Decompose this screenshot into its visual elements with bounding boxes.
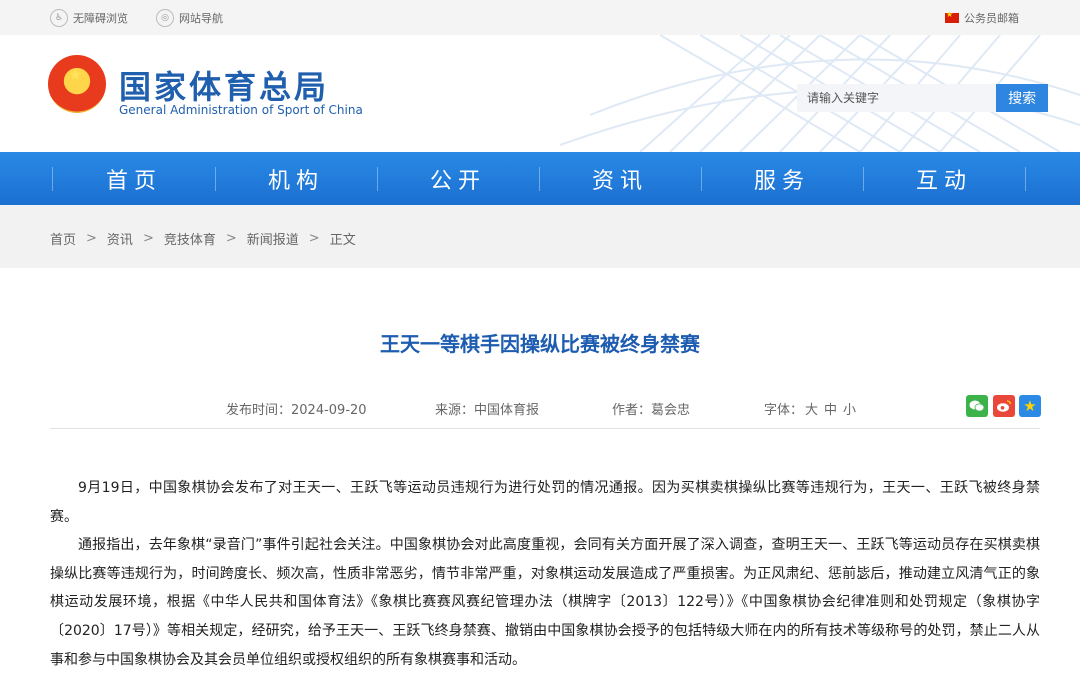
main-nav: 首页 机构 公开 资讯 服务 互动 bbox=[0, 152, 1080, 205]
breadcrumb-separator: > bbox=[142, 231, 154, 246]
star-icon: ★ bbox=[68, 65, 83, 84]
font-size-medium[interactable]: 中 bbox=[824, 403, 837, 418]
national-emblem-logo: ★ bbox=[48, 55, 106, 113]
site-nav-label: 网站导航 bbox=[179, 12, 223, 25]
top-utility-bar: ♿ 无障碍浏览 ◎ 网站导航 公务员邮箱 bbox=[0, 0, 1080, 35]
search-button[interactable]: 搜索 bbox=[996, 84, 1048, 112]
nav-item-org[interactable]: 机构 bbox=[215, 152, 377, 205]
breadcrumb-separator: > bbox=[308, 231, 320, 246]
publish-time: 发布时间：2024-09-20 bbox=[226, 403, 367, 418]
nav-item-news[interactable]: 资讯 bbox=[539, 152, 701, 205]
font-size-small[interactable]: 小 bbox=[843, 403, 856, 418]
star-icon: ★ bbox=[1023, 397, 1037, 415]
globe-icon: ◎ bbox=[156, 9, 174, 27]
wechat-icon[interactable] bbox=[966, 395, 988, 417]
qzone-icon[interactable]: ★ bbox=[1019, 395, 1041, 417]
article-title: 王天一等棋手因操纵比赛被终身禁赛 bbox=[380, 332, 700, 356]
article-source: 来源：中国体育报 bbox=[435, 403, 540, 418]
breadcrumb-bar: 首页 > 资讯 > 竞技体育 > 新闻报道 > 正文 bbox=[0, 205, 1080, 268]
breadcrumb-home[interactable]: 首页 bbox=[50, 229, 76, 248]
site-nav-link[interactable]: ◎ 网站导航 bbox=[156, 8, 223, 28]
accessibility-label: 无障碍浏览 bbox=[73, 12, 128, 25]
breadcrumb: 首页 > 资讯 > 竞技体育 > 新闻报道 > 正文 bbox=[50, 229, 356, 248]
flag-icon bbox=[945, 10, 959, 23]
breadcrumb-competitive-sports[interactable]: 竞技体育 bbox=[164, 229, 216, 248]
font-size-control: 字体：大中小 bbox=[764, 399, 862, 418]
nav-item-home[interactable]: 首页 bbox=[53, 152, 215, 205]
nav-item-interact[interactable]: 互动 bbox=[863, 152, 1025, 205]
mail-label: 公务员邮箱 bbox=[964, 12, 1019, 25]
breadcrumb-separator: > bbox=[225, 231, 237, 246]
mail-link[interactable]: 公务员邮箱 bbox=[945, 8, 1019, 28]
accessibility-link[interactable]: ♿ 无障碍浏览 bbox=[50, 8, 128, 28]
meta-divider bbox=[50, 428, 1040, 429]
nav-divider bbox=[1025, 167, 1026, 191]
font-size-large[interactable]: 大 bbox=[805, 403, 818, 418]
article-paragraph: 9月19日，中国象棋协会发布了对王天一、王跃飞等运动员违规行为进行处罚的情况通报… bbox=[50, 480, 1040, 525]
breadcrumb-news[interactable]: 资讯 bbox=[107, 229, 133, 248]
article-paragraph: 通报指出，去年象棋“录音门”事件引起社会关注。中国象棋协会对此高度重视，会同有关… bbox=[50, 537, 1040, 668]
search-input[interactable] bbox=[797, 84, 997, 112]
font-size-label: 字体： bbox=[764, 403, 804, 418]
nav-item-service[interactable]: 服务 bbox=[701, 152, 863, 205]
nav-item-public[interactable]: 公开 bbox=[377, 152, 539, 205]
logo-title-en[interactable]: General Administration of Sport of China bbox=[119, 103, 363, 117]
site-header: ★ 国家体育总局 General Administration of Sport… bbox=[0, 35, 1080, 152]
accessibility-icon: ♿ bbox=[50, 9, 68, 27]
logo-title-cn[interactable]: 国家体育总局 bbox=[119, 62, 329, 108]
breadcrumb-current: 正文 bbox=[329, 233, 356, 248]
breadcrumb-news-reports[interactable]: 新闻报道 bbox=[247, 229, 299, 248]
breadcrumb-separator: > bbox=[86, 231, 97, 246]
article-author: 作者：葛会忠 bbox=[612, 403, 691, 418]
weibo-icon[interactable] bbox=[993, 395, 1015, 417]
article-body: 9月19日，中国象棋协会发布了对王天一、王跃飞等运动员违规行为进行处罚的情况通报… bbox=[50, 474, 1040, 674]
search-box: 搜索 bbox=[797, 84, 1048, 112]
